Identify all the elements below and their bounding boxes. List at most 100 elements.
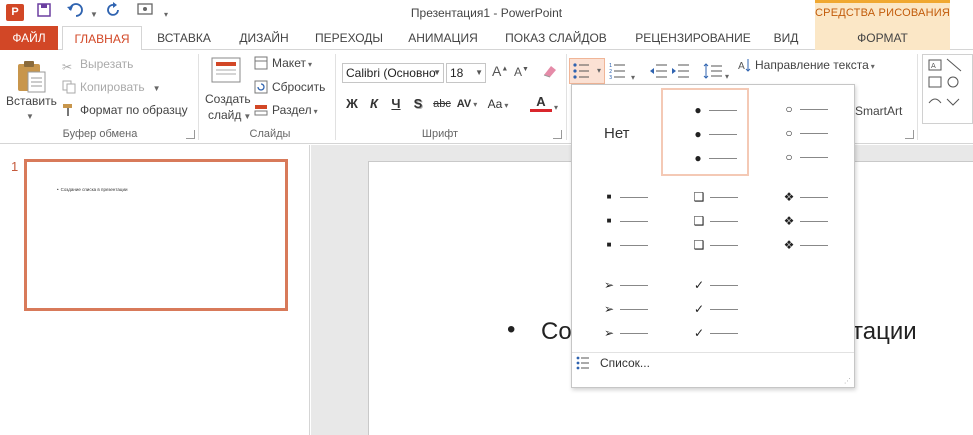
new-slide-button[interactable]: Создать bbox=[205, 92, 251, 106]
clipboard-launcher-icon[interactable] bbox=[186, 130, 195, 139]
bullet-style-checkmark[interactable]: ✓ ✓ ✓ bbox=[664, 265, 752, 353]
tab-transitions[interactable]: ПЕРЕХОДЫ bbox=[308, 26, 390, 50]
layout-button[interactable]: Макет ▾ bbox=[254, 56, 312, 70]
tab-file[interactable]: ФАЙЛ bbox=[0, 26, 58, 50]
bullet-style-arrowhead[interactable]: ➢ ➢ ➢ bbox=[574, 265, 662, 353]
font-name-combo[interactable]: Calibri (Основно ▼ bbox=[342, 63, 444, 83]
tab-slideshow[interactable]: ПОКАЗ СЛАЙДОВ bbox=[498, 26, 614, 50]
bold-button[interactable]: Ж bbox=[344, 94, 360, 114]
copy-button[interactable]: Копировать ▼ bbox=[62, 80, 161, 94]
arrowhead-icon: ➢ bbox=[603, 326, 615, 340]
bullet-style-none[interactable]: Нет bbox=[574, 89, 662, 177]
shadow-button[interactable]: S bbox=[410, 94, 426, 114]
hollow-circle-icon: ○ bbox=[785, 126, 793, 140]
slide-text-start[interactable]: Со bbox=[541, 318, 572, 346]
slide-bullet: • bbox=[507, 316, 516, 343]
filled-square-icon: ■ bbox=[606, 240, 612, 249]
bullets-and-numbering-link[interactable]: Список... bbox=[576, 356, 650, 370]
smartart-button[interactable]: SmartArt bbox=[855, 104, 902, 118]
arrowhead-icon: ➢ bbox=[603, 302, 615, 316]
scissors-icon: ✂ bbox=[62, 60, 73, 74]
bullets-button[interactable]: ▾ bbox=[569, 58, 605, 84]
numbering-button[interactable]: 1 2 3 ▾ bbox=[609, 62, 635, 83]
slide-thumbnail[interactable]: Создание списка в презентации bbox=[24, 159, 288, 311]
hollow-square-icon: ❑ bbox=[693, 238, 705, 252]
tab-format[interactable]: ФОРМАТ bbox=[815, 26, 950, 50]
diamond-star-icon: ❖ bbox=[783, 190, 795, 204]
cut-button[interactable]: ✂ Вырезать bbox=[62, 57, 133, 74]
tab-design[interactable]: ДИЗАЙН bbox=[228, 26, 300, 50]
diamond-star-icon: ❖ bbox=[783, 214, 795, 228]
format-painter-button[interactable]: Формат по образцу bbox=[62, 103, 188, 117]
underline-button[interactable]: Ч bbox=[388, 94, 404, 114]
shrink-font-button[interactable]: A▼ bbox=[514, 65, 529, 79]
svg-text:A: A bbox=[738, 61, 745, 72]
reset-icon bbox=[254, 80, 268, 94]
bullet-style-hollow-circle[interactable]: ○ ○ ○ bbox=[754, 89, 842, 177]
grow-font-button[interactable]: A▲ bbox=[492, 63, 508, 79]
checkmark-icon: ✓ bbox=[693, 326, 705, 340]
chevron-down-icon[interactable]: ▼ bbox=[475, 64, 483, 82]
font-launcher-icon[interactable] bbox=[553, 130, 562, 139]
slide-number: 1 bbox=[11, 159, 19, 174]
bullet-style-diamond-star[interactable]: ❖ ❖ ❖ bbox=[754, 177, 842, 265]
tab-view[interactable]: ВИД bbox=[766, 26, 806, 50]
font-color-button[interactable]: A bbox=[530, 94, 552, 112]
arrowhead-icon: ➢ bbox=[603, 278, 615, 292]
paste-dropdown[interactable]: ▼ bbox=[24, 108, 34, 122]
shapes-gallery[interactable]: A bbox=[922, 54, 973, 124]
paste-button[interactable]: Вставить bbox=[6, 94, 57, 108]
chevron-down-icon[interactable]: ▼ bbox=[433, 64, 441, 82]
decrease-indent-icon[interactable] bbox=[650, 63, 668, 82]
checkmark-icon: ✓ bbox=[693, 278, 705, 292]
contextual-tab-group: СРЕДСТВА РИСОВАНИЯ bbox=[815, 0, 950, 26]
svg-text:A: A bbox=[931, 62, 936, 70]
bullet-style-filled-square[interactable]: ■ ■ ■ bbox=[574, 177, 662, 265]
bullet-style-hollow-square[interactable]: ❑ ❑ ❑ bbox=[664, 177, 752, 265]
new-slide-icon[interactable] bbox=[210, 56, 242, 89]
clipboard-group-label: Буфер обмена bbox=[62, 128, 138, 140]
layout-icon bbox=[254, 56, 268, 70]
italic-button[interactable]: К bbox=[366, 94, 382, 114]
resize-grip-icon[interactable]: ⋰ bbox=[844, 377, 852, 385]
group-divider bbox=[566, 54, 567, 140]
section-icon bbox=[254, 103, 268, 117]
copy-icon bbox=[62, 80, 76, 94]
slides-group-label: Слайды bbox=[249, 128, 291, 140]
paste-icon[interactable] bbox=[14, 58, 48, 94]
hollow-square-icon: ❑ bbox=[693, 190, 705, 204]
font-color-dropdown[interactable]: ▾ bbox=[552, 99, 558, 113]
slide-thumbnail-pane: 1 Создание списка в презентации bbox=[0, 145, 310, 435]
increase-indent-icon[interactable] bbox=[672, 63, 690, 82]
filled-square-icon: ■ bbox=[606, 192, 612, 201]
strikethrough-button[interactable]: abc bbox=[430, 94, 454, 114]
svg-text:3: 3 bbox=[609, 75, 612, 80]
brush-icon bbox=[62, 103, 76, 117]
group-divider bbox=[335, 54, 336, 140]
paragraph-launcher-icon[interactable] bbox=[905, 130, 914, 139]
font-size-combo[interactable]: 18 ▼ bbox=[446, 63, 486, 83]
section-button[interactable]: Раздел ▾ bbox=[254, 103, 318, 117]
filled-dot-icon: ● bbox=[694, 127, 702, 141]
diamond-star-icon: ❖ bbox=[783, 238, 795, 252]
bullet-none-label: Нет bbox=[604, 125, 630, 142]
line-spacing-icon[interactable]: ▾ bbox=[703, 63, 729, 82]
tab-home[interactable]: ГЛАВНАЯ bbox=[62, 26, 142, 51]
filled-square-icon: ■ bbox=[606, 216, 612, 225]
clear-formatting-icon[interactable] bbox=[541, 63, 559, 82]
new-slide-label: слайд ▼ bbox=[208, 108, 252, 122]
change-case-button[interactable]: Aa ▾ bbox=[486, 94, 510, 114]
text-direction-button[interactable]: A Направление текста ▾ bbox=[737, 58, 875, 72]
slide-text-end[interactable]: тации bbox=[852, 318, 917, 346]
list-icon bbox=[576, 356, 590, 370]
filled-dot-icon: ● bbox=[694, 103, 702, 117]
reset-button[interactable]: Сбросить bbox=[254, 80, 325, 94]
bullet-style-filled-dot[interactable]: ● ● ● bbox=[661, 88, 749, 176]
group-divider bbox=[198, 54, 199, 140]
tab-animation[interactable]: АНИМАЦИЯ bbox=[398, 26, 488, 50]
title-bar: P ▼ ▾ Презентация1 - PowerPoint СРЕДСТВА… bbox=[0, 0, 973, 26]
char-spacing-button[interactable]: AV ▾ bbox=[456, 94, 478, 114]
text-direction-icon: A bbox=[737, 58, 751, 72]
tab-insert[interactable]: ВСТАВКА bbox=[148, 26, 220, 50]
tab-review[interactable]: РЕЦЕНЗИРОВАНИЕ bbox=[626, 26, 760, 50]
